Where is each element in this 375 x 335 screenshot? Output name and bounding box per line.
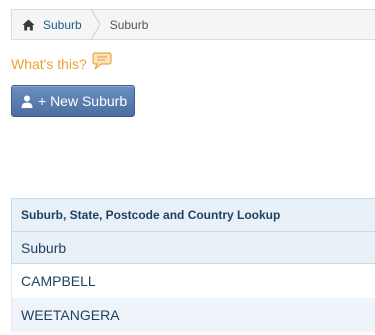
lookup-table: Suburb, State, Postcode and Country Look… bbox=[11, 198, 375, 332]
whats-this-help-link[interactable]: What's this? bbox=[11, 52, 113, 72]
speech-bubble-icon[interactable] bbox=[91, 51, 113, 71]
breadcrumb-separator-icon bbox=[90, 8, 102, 41]
table-row[interactable]: CAMPBELL bbox=[11, 264, 375, 298]
breadcrumb-home[interactable]: Suburb bbox=[12, 10, 88, 39]
new-suburb-label: + New Suburb bbox=[38, 93, 128, 109]
table-row[interactable]: WEETANGERA bbox=[11, 298, 375, 332]
breadcrumb-current: Suburb bbox=[109, 17, 149, 32]
lookup-table-title: Suburb, State, Postcode and Country Look… bbox=[11, 199, 375, 232]
column-header-suburb[interactable]: Suburb bbox=[11, 232, 375, 264]
breadcrumb: Suburb Suburb bbox=[11, 8, 375, 41]
user-icon bbox=[21, 95, 33, 108]
home-icon bbox=[22, 19, 35, 31]
whats-this-label[interactable]: What's this? bbox=[11, 56, 87, 72]
new-suburb-button[interactable]: + New Suburb bbox=[11, 85, 135, 117]
breadcrumb-link-suburb[interactable]: Suburb bbox=[43, 18, 82, 32]
